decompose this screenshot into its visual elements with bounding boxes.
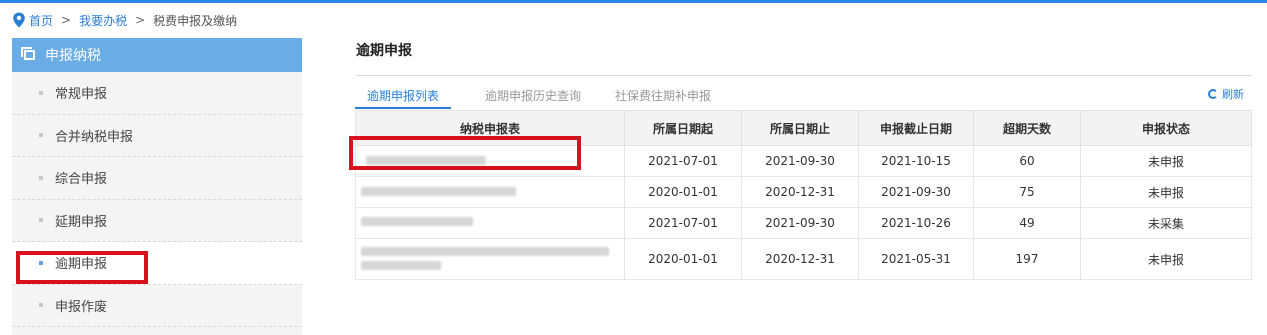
start-date-cell: 2020-01-01 (624, 238, 742, 280)
overdue-days-cell: 75 (973, 176, 1081, 208)
column-header-overdue-days: 超期天数 (973, 110, 1081, 146)
breadcrumb-current: 税费申报及缴纳 (153, 13, 238, 28)
redacted-text (361, 187, 516, 196)
sidebar-header[interactable]: 申报纳税 (12, 38, 302, 72)
breadcrumb: 首页 > 我要办税 > 税费申报及缴纳 (12, 10, 237, 30)
overdue-days-cell: 60 (973, 145, 1081, 177)
deadline-cell: 2021-10-26 (858, 207, 974, 239)
bullet-icon (39, 303, 43, 308)
end-date-cell: 2021-09-30 (741, 145, 859, 177)
deadline-cell: 2021-09-30 (858, 176, 974, 208)
table-row[interactable]: 2020-01-01 2020-12-31 2021-05-31 197 未申报 (355, 238, 1252, 280)
end-date-cell: 2020-12-31 (741, 238, 859, 280)
breadcrumb-separator: > (61, 13, 72, 27)
form-name-cell[interactable] (355, 207, 625, 239)
refresh-label: 刷新 (1222, 88, 1244, 101)
redacted-text (361, 247, 609, 256)
sidebar-item-regular-filing[interactable]: 常规申报 (12, 72, 302, 115)
column-header-end-date: 所属日期止 (741, 110, 859, 146)
refresh-icon (1208, 89, 1218, 99)
breadcrumb-home-link[interactable]: 首页 (29, 12, 53, 29)
sidebar-item-comprehensive-filing[interactable]: 综合申报 (12, 157, 302, 200)
sidebar-item-label: 常规申报 (55, 87, 108, 103)
table-row[interactable]: 2021-07-01 2021-09-30 2021-10-26 49 未采集 (355, 207, 1252, 239)
refresh-button[interactable]: 刷新 (1208, 86, 1244, 102)
overdue-days-cell: 197 (973, 238, 1081, 280)
status-cell: 未申报 (1080, 176, 1252, 208)
tab-overdue-list[interactable]: 逾期申报列表 (355, 86, 452, 109)
copy-icon (21, 47, 35, 60)
sidebar-item-void-filing[interactable]: 申报作废 (12, 285, 302, 327)
deadline-cell: 2021-10-15 (858, 145, 974, 177)
title-divider (355, 75, 1251, 76)
highlight-box-sidebar (16, 251, 148, 284)
tab-bar: 逾期申报列表 逾期申报历史查询 社保费往期补申报 (355, 86, 743, 110)
top-accent-bar (0, 0, 1267, 3)
form-name-cell[interactable] (355, 238, 625, 280)
redacted-text (361, 261, 441, 270)
form-name-cell[interactable] (355, 176, 625, 208)
bullet-icon (39, 133, 43, 138)
column-header-status: 申报状态 (1080, 110, 1252, 146)
location-pin-icon (13, 12, 25, 28)
start-date-cell: 2021-07-01 (624, 145, 742, 177)
bullet-icon (39, 90, 43, 95)
sidebar-header-label: 申报纳税 (45, 48, 101, 64)
tab-overdue-history[interactable]: 逾期申报历史查询 (483, 86, 583, 107)
bullet-icon (39, 218, 43, 223)
sidebar-item-extension-filing[interactable]: 延期申报 (12, 200, 302, 242)
sidebar-item-consolidated-filing[interactable]: 合并纳税申报 (12, 115, 302, 157)
page-title: 逾期申报 (356, 43, 412, 59)
redacted-text (361, 217, 473, 226)
tab-social-insurance-backfill[interactable]: 社保费往期补申报 (613, 86, 713, 107)
status-cell: 未申报 (1080, 145, 1252, 177)
sidebar-item-label: 综合申报 (55, 172, 108, 188)
bullet-icon (39, 175, 43, 180)
highlight-box-table-row (349, 136, 581, 170)
column-header-deadline: 申报截止日期 (858, 110, 974, 146)
status-cell: 未采集 (1080, 207, 1252, 239)
sidebar-item-label: 申报作废 (55, 299, 108, 315)
breadcrumb-separator: > (135, 13, 146, 27)
sidebar-item-label: 合并纳税申报 (55, 129, 134, 145)
table-row[interactable]: 2020-01-01 2020-12-31 2021-09-30 75 未申报 (355, 176, 1252, 208)
deadline-cell: 2021-05-31 (858, 238, 974, 280)
start-date-cell: 2021-07-01 (624, 207, 742, 239)
status-cell: 未申报 (1080, 238, 1252, 280)
sidebar-item-label: 延期申报 (55, 214, 108, 230)
sidebar: 申报纳税 常规申报 合并纳税申报 综合申报 延期申报 逾期申报 申报作废 (12, 38, 302, 335)
breadcrumb-tax-link[interactable]: 我要办税 (79, 12, 127, 29)
end-date-cell: 2021-09-30 (741, 207, 859, 239)
column-header-start-date: 所属日期起 (624, 110, 742, 146)
end-date-cell: 2020-12-31 (741, 176, 859, 208)
start-date-cell: 2020-01-01 (624, 176, 742, 208)
overdue-days-cell: 49 (973, 207, 1081, 239)
